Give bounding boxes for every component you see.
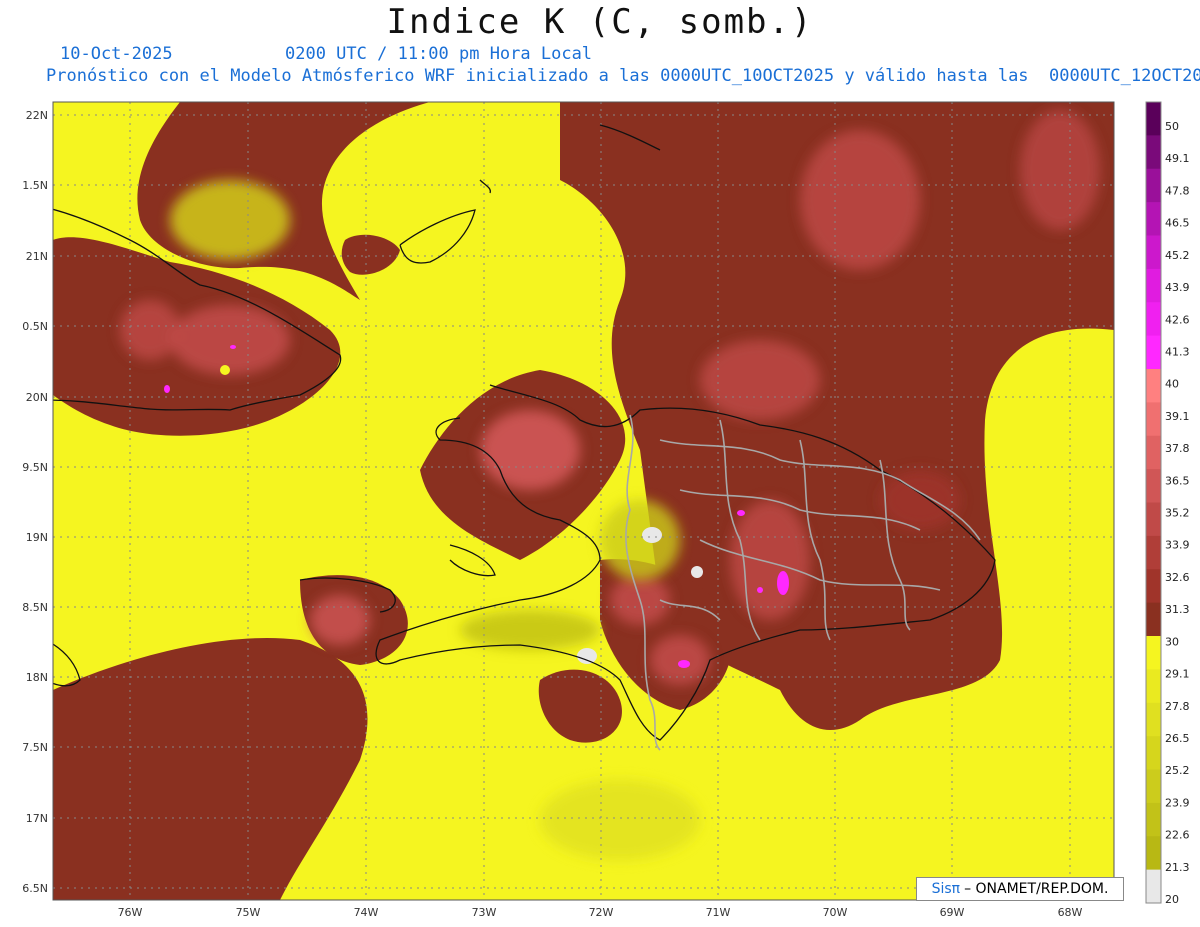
colorbar-label: 39.1 — [1165, 410, 1190, 423]
lat-label: 6.5N — [22, 882, 48, 895]
colorbar-swatch — [1146, 369, 1161, 403]
lat-label: 17N — [26, 812, 48, 825]
sispi-logo: Sisπ — [931, 881, 961, 897]
colorbar-swatch — [1146, 435, 1161, 470]
colorbar-swatch — [1146, 636, 1161, 670]
lat-label: 21N — [26, 250, 48, 263]
colorbar-swatch — [1146, 869, 1161, 904]
lon-label: 71W — [706, 906, 731, 919]
colorbar-label: 37.8 — [1165, 442, 1190, 455]
colorbar-label: 35.2 — [1165, 507, 1190, 520]
lat-label: 9.5N — [22, 461, 48, 474]
colorbar-swatch — [1146, 469, 1161, 503]
colorbar-swatch — [1146, 669, 1161, 704]
lon-axis-labels: 76W 75W 74W 73W 72W 71W 70W 69W 68W — [118, 906, 1083, 919]
colorbar-label: 49.1 — [1165, 152, 1190, 165]
lon-label: 74W — [354, 906, 379, 919]
map-canvas: 22N1.5N 21N0.5N 20N9.5N 19N8.5N 18N7.5N … — [22, 101, 1190, 919]
colorbar-label: 32.6 — [1165, 571, 1190, 584]
colorbar-swatch — [1146, 235, 1161, 270]
colorbar-label: 36.5 — [1165, 474, 1190, 487]
colorbar-swatch — [1146, 736, 1161, 770]
colorbar-swatch — [1146, 335, 1161, 370]
lon-label: 72W — [589, 906, 614, 919]
colorbar-label: 23.9 — [1165, 796, 1190, 809]
colorbar-label: 22.6 — [1165, 829, 1190, 842]
lat-label: 19N — [26, 531, 48, 544]
lon-label: 70W — [823, 906, 848, 919]
credit-text: – ONAMET/REP.DOM. — [964, 881, 1109, 897]
colorbar-swatch — [1146, 202, 1161, 236]
colorbar-label: 21.3 — [1165, 861, 1190, 874]
colorbar-label: 43.9 — [1165, 281, 1190, 294]
colorbar: 50 49.1 47.8 46.5 45.2 43.9 42.6 41.3 40 39.1 37.8… — [1145, 101, 1190, 906]
lon-label: 73W — [472, 906, 497, 919]
lat-label: 0.5N — [22, 320, 48, 333]
lat-label: 22N — [26, 109, 48, 122]
colorbar-swatch — [1146, 702, 1161, 737]
lon-label: 68W — [1058, 906, 1083, 919]
colorbar-label: 31.3 — [1165, 603, 1190, 616]
lon-label: 69W — [940, 906, 965, 919]
colorbar-label: 25.2 — [1165, 764, 1190, 777]
colorbar-label: 41.3 — [1165, 345, 1190, 358]
lat-label: 20N — [26, 391, 48, 404]
colorbar-swatch — [1146, 402, 1161, 437]
colorbar-label: 26.5 — [1165, 732, 1190, 745]
colorbar-swatch — [1146, 168, 1161, 203]
colorbar-swatch — [1146, 502, 1161, 537]
colorbar-swatch — [1146, 569, 1161, 604]
colorbar-swatch — [1146, 769, 1161, 804]
colorbar-swatch — [1146, 836, 1161, 871]
credit-box: Sisπ – ONAMET/REP.DOM. — [916, 877, 1124, 901]
lat-label: 18N — [26, 671, 48, 684]
colorbar-label: 46.5 — [1165, 217, 1190, 230]
lat-label: 1.5N — [22, 179, 48, 192]
colorbar-swatch — [1146, 268, 1161, 303]
colorbar-label: 47.8 — [1165, 184, 1190, 197]
colorbar-label: 40 — [1165, 378, 1179, 391]
lat-axis-labels: 22N1.5N 21N0.5N 20N9.5N 19N8.5N 18N7.5N … — [22, 109, 48, 895]
colorbar-label: 27.8 — [1165, 700, 1190, 713]
k-index-field — [53, 102, 1114, 900]
colorbar-swatch — [1146, 535, 1161, 570]
colorbar-label: 33.9 — [1165, 539, 1190, 552]
colorbar-swatch — [1146, 135, 1161, 170]
colorbar-label: 20 — [1165, 893, 1179, 906]
lat-label: 8.5N — [22, 601, 48, 614]
colorbar-swatch — [1146, 102, 1161, 136]
colorbar-swatch — [1146, 302, 1161, 337]
lon-label: 76W — [118, 906, 143, 919]
colorbar-label: 42.6 — [1165, 313, 1190, 326]
colorbar-label: 30 — [1165, 635, 1179, 648]
colorbar-label: 29.1 — [1165, 668, 1190, 681]
colorbar-swatch — [1146, 802, 1161, 837]
colorbar-label: 50 — [1165, 120, 1179, 133]
lat-label: 7.5N — [22, 741, 48, 754]
colorbar-label: 45.2 — [1165, 249, 1190, 262]
lon-label: 75W — [236, 906, 261, 919]
colorbar-swatch — [1146, 602, 1161, 637]
